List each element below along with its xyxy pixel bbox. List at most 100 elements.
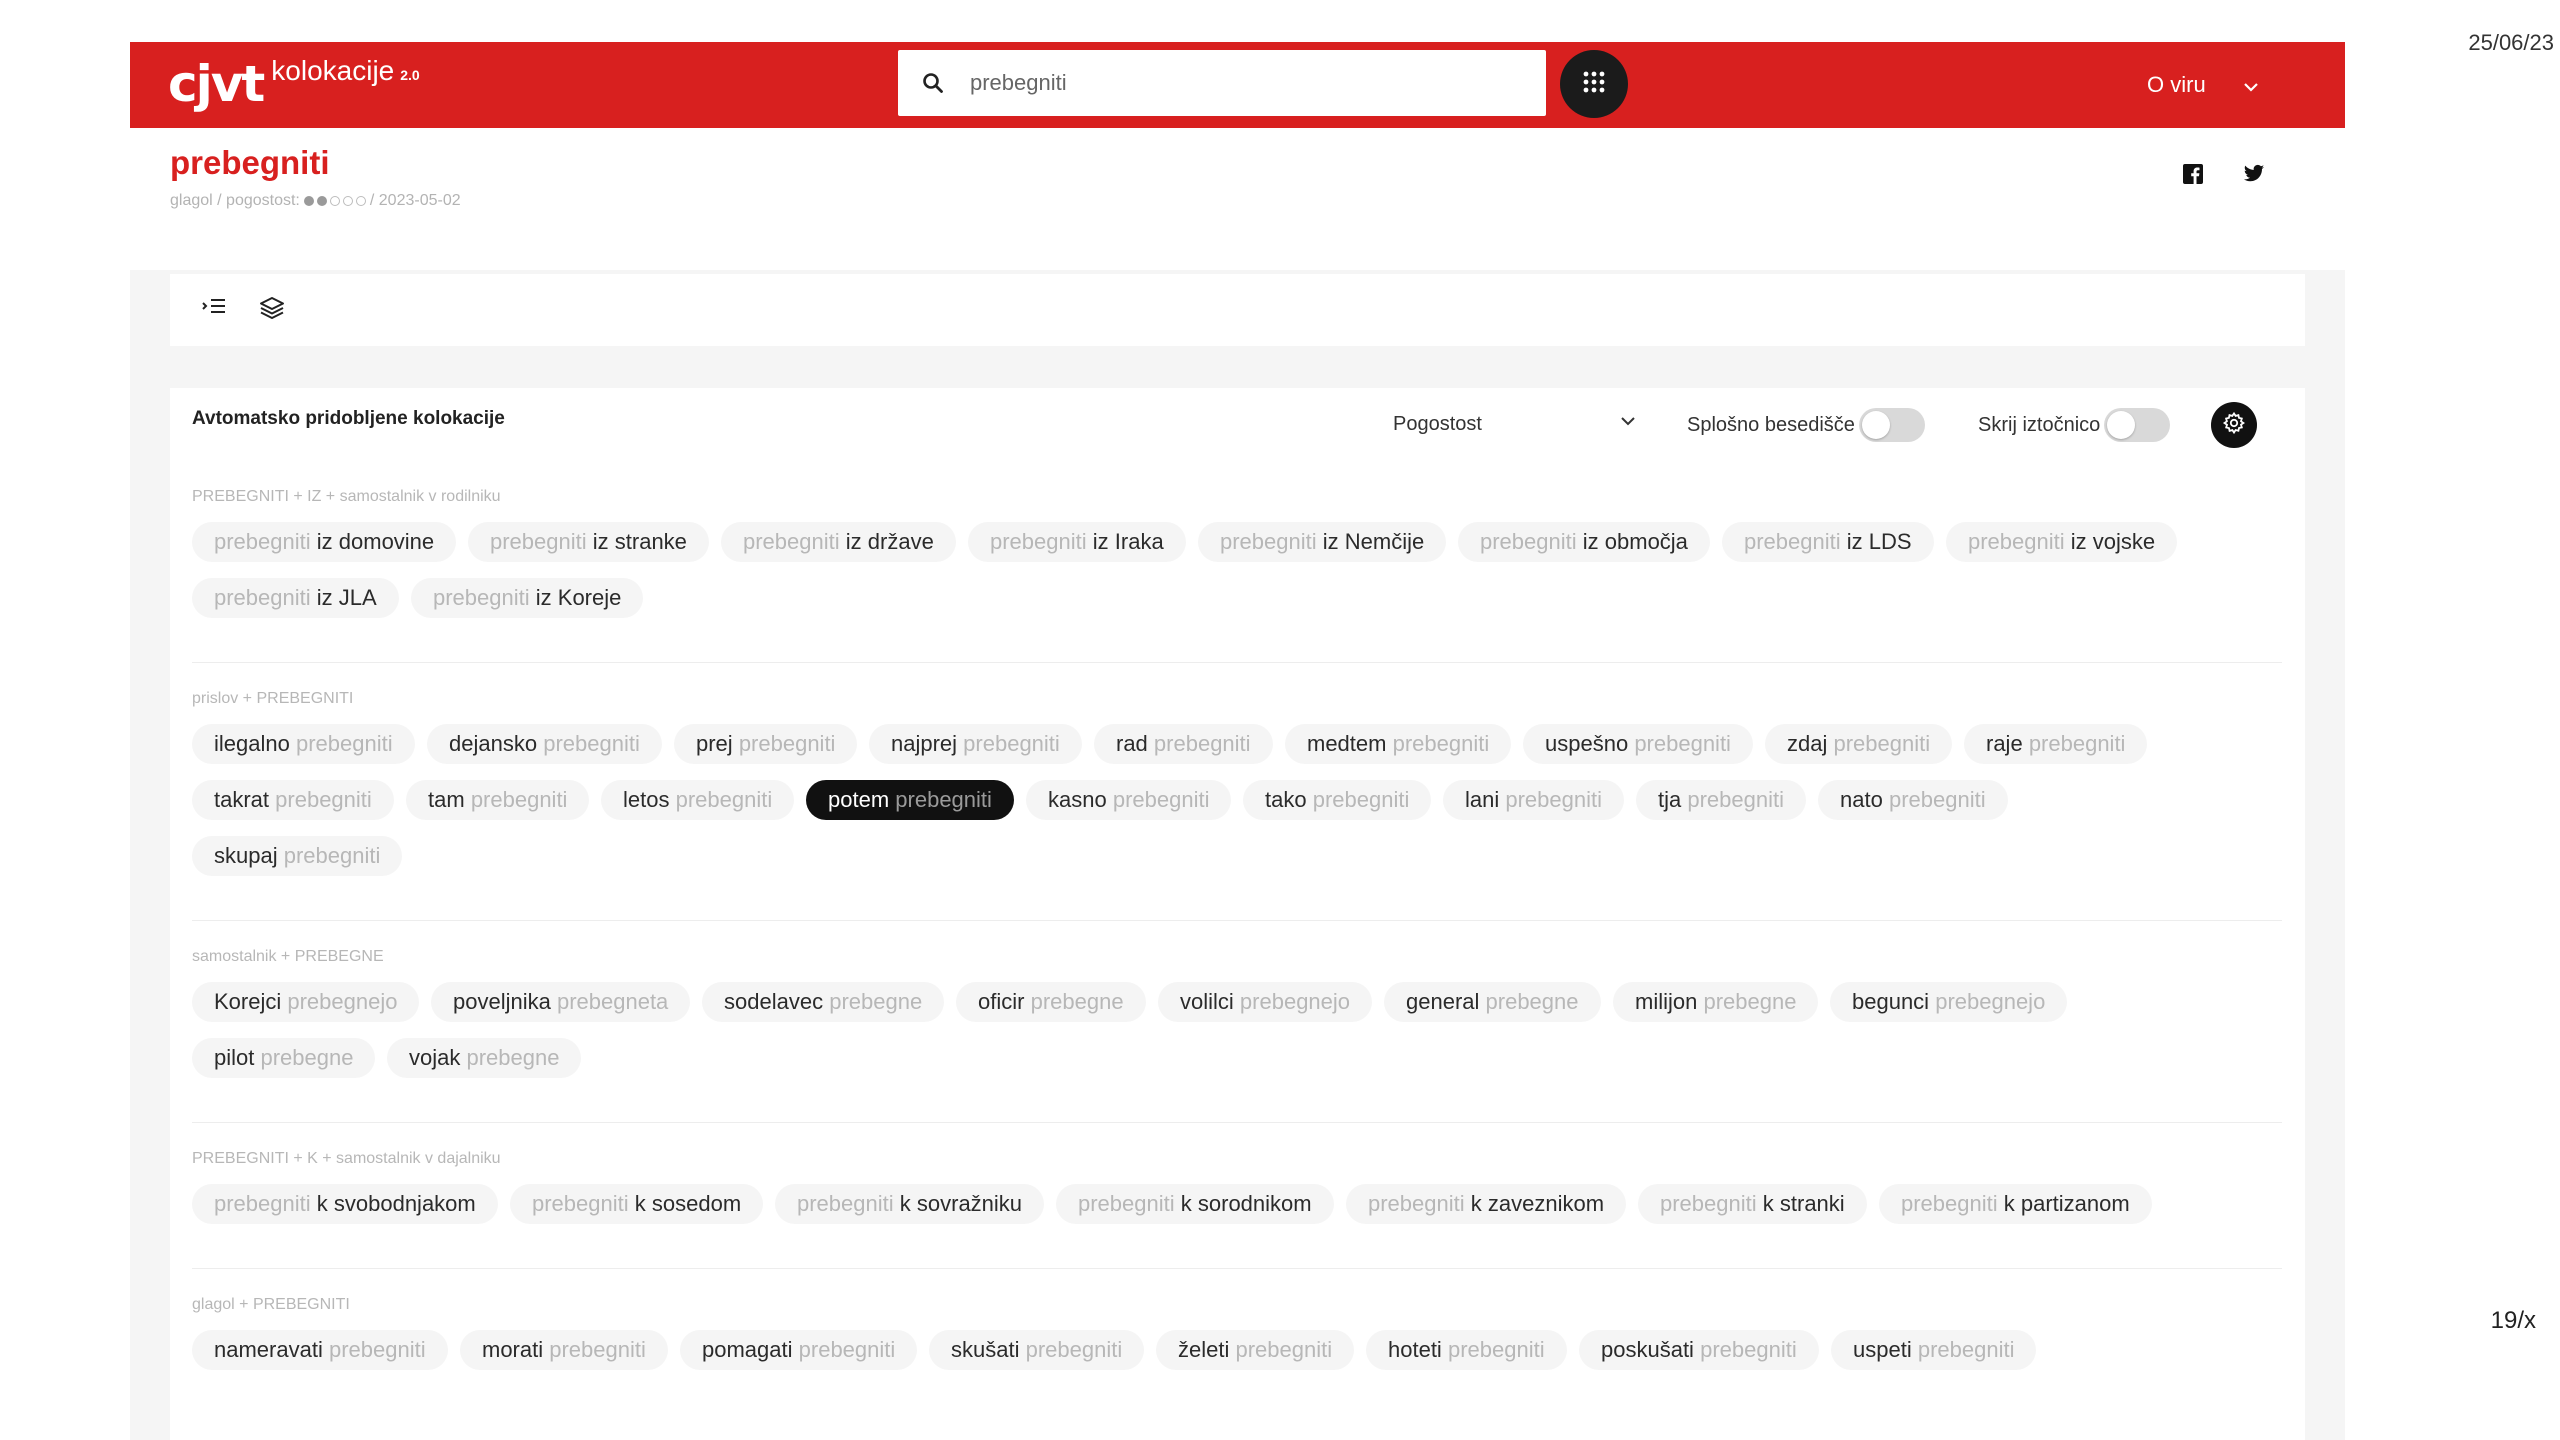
chip-collocate: skušati — [951, 1337, 1020, 1362]
meta-separator: / — [369, 192, 379, 209]
collocation-chip[interactable]: skupaj prebegniti — [192, 836, 403, 876]
chip-headword: prebegniti — [1634, 731, 1731, 756]
chip-headword: prebegniti — [1968, 529, 2065, 554]
chip-headword: prebegniti — [532, 1191, 629, 1216]
collocation-chip[interactable]: prebegniti iz države — [721, 522, 956, 562]
grid-icon — [1581, 69, 1607, 100]
list-view-button[interactable] — [200, 296, 228, 324]
chip-collocate: vojak — [409, 1045, 461, 1070]
chip-headword: prebegniti — [295, 731, 393, 756]
layers-view-button[interactable] — [258, 296, 286, 324]
search-input[interactable]: prebegniti — [898, 50, 1546, 116]
collocation-chip[interactable]: Korejci prebegnejo — [192, 982, 420, 1022]
collocation-chip[interactable]: oficir prebegne — [956, 982, 1146, 1022]
chip-headword: prebegniti — [1480, 529, 1577, 554]
logo[interactable]: cjvt kolokacije 2.0 — [168, 54, 420, 114]
chip-headword: prebegniti — [1078, 1191, 1175, 1216]
hide-headword-toggle[interactable] — [2104, 408, 2171, 442]
twitter-share-button[interactable] — [2242, 164, 2266, 188]
collocation-chip[interactable]: skušati prebegniti — [929, 1330, 1145, 1370]
chip-collocate: poveljnika — [453, 989, 551, 1014]
collocation-chip[interactable]: prej prebegniti — [674, 724, 858, 764]
settings-button[interactable] — [2211, 402, 2257, 448]
chip-headword: prebegniti — [1687, 787, 1785, 812]
collocation-chip[interactable]: prebegniti k sovražniku — [775, 1184, 1045, 1224]
collocation-chip[interactable]: prebegniti iz vojske — [1946, 522, 2178, 562]
logo-word: kolokacije — [271, 55, 395, 86]
chip-collocate: general — [1406, 989, 1480, 1014]
collocation-chip[interactable]: poveljnika prebegneta — [431, 982, 691, 1022]
collocation-chip[interactable]: prebegniti iz domovine — [192, 522, 457, 562]
about-menu[interactable]: O viru — [2147, 70, 2260, 100]
collocation-chip[interactable]: uspešno prebegniti — [1523, 724, 1753, 764]
collocation-chip[interactable]: general prebegne — [1384, 982, 1601, 1022]
collocation-chip[interactable]: ilegalno prebegniti — [192, 724, 415, 764]
collocation-chip[interactable]: milijon prebegne — [1613, 982, 1819, 1022]
apps-grid-button[interactable] — [1560, 50, 1628, 118]
collocation-chip[interactable]: hoteti prebegniti — [1366, 1330, 1567, 1370]
collocation-chip[interactable]: letos prebegniti — [601, 780, 795, 820]
collocation-chip[interactable]: prebegniti k stranki — [1638, 1184, 1867, 1224]
collocation-chip[interactable]: prebegniti iz Iraka — [968, 522, 1186, 562]
collocation-chip[interactable]: poskušati prebegniti — [1579, 1330, 1819, 1370]
section-label: PREBEGNITI + K + samostalnik v dajalniku — [192, 1150, 501, 1167]
collocation-chip[interactable]: prebegniti k sorodnikom — [1056, 1184, 1334, 1224]
collocation-chip[interactable]: lani prebegniti — [1443, 780, 1625, 820]
chip-headword: prebegniti — [963, 731, 1060, 756]
collocation-chip[interactable]: potem prebegniti — [806, 780, 1014, 820]
collocation-chip[interactable]: tja prebegniti — [1636, 780, 1807, 820]
collocation-chip[interactable]: nameravati prebegniti — [192, 1330, 448, 1370]
collocation-chip[interactable]: želeti prebegniti — [1156, 1330, 1355, 1370]
collocation-chip[interactable]: prebegniti iz Nemčije — [1198, 522, 1447, 562]
collocation-chip[interactable]: nato prebegniti — [1818, 780, 2008, 820]
chip-collocate: potem — [828, 787, 890, 812]
collocation-chip[interactable]: najprej prebegniti — [869, 724, 1082, 764]
collocation-chip[interactable]: tako prebegniti — [1243, 780, 1432, 820]
collocation-chip[interactable]: medtem prebegniti — [1285, 724, 1512, 764]
chip-collocate: oficir — [978, 989, 1025, 1014]
collocation-chip[interactable]: prebegniti k partizanom — [1879, 1184, 2152, 1224]
collocation-chip[interactable]: volilci prebegnejo — [1158, 982, 1373, 1022]
collocation-chip[interactable]: pomagati prebegniti — [680, 1330, 918, 1370]
collocation-chip[interactable]: prebegniti k zaveznikom — [1346, 1184, 1627, 1224]
chip-collocate: iz stranke — [592, 529, 687, 554]
chip-collocate: morati — [482, 1337, 544, 1362]
chip-collocate: volilci — [1180, 989, 1234, 1014]
chip-collocate: begunci — [1852, 989, 1930, 1014]
logo-version: 2.0 — [400, 67, 420, 83]
collocation-chip[interactable]: takrat prebegniti — [192, 780, 394, 820]
collocation-chip[interactable]: raje prebegniti — [1964, 724, 2148, 764]
collocation-chip[interactable]: prebegniti iz območja — [1458, 522, 1710, 562]
general-vocabulary-toggle[interactable] — [1858, 408, 1925, 442]
sort-select[interactable]: Pogostost — [1393, 406, 1637, 442]
chip-headword: prebegniti — [1901, 1191, 1998, 1216]
chip-collocate: iz Nemčije — [1322, 529, 1425, 554]
collocation-chip[interactable]: dejansko prebegniti — [427, 724, 662, 764]
collocation-chip[interactable]: uspeti prebegniti — [1831, 1330, 2037, 1370]
collocation-chip[interactable]: vojak prebegne — [387, 1038, 582, 1078]
section-divider — [192, 662, 2282, 663]
collocation-chip[interactable]: kasno prebegniti — [1026, 780, 1232, 820]
collocation-chip[interactable]: prebegniti iz stranke — [468, 522, 709, 562]
collocation-chip[interactable]: rad prebegniti — [1094, 724, 1273, 764]
collocation-chip[interactable]: prebegniti k svobodnjakom — [192, 1184, 498, 1224]
collocation-chip[interactable]: begunci prebegnejo — [1830, 982, 2068, 1022]
chip-collocate: iz vojske — [2070, 529, 2156, 554]
chip-headword: prebegniti — [675, 787, 773, 812]
collocation-chip[interactable]: tam prebegniti — [406, 780, 590, 820]
chip-collocate: poskušati — [1601, 1337, 1694, 1362]
collocation-chip[interactable]: pilot prebegne — [192, 1038, 376, 1078]
meta-separator: / — [212, 192, 227, 209]
chip-collocate: rad — [1116, 731, 1148, 756]
collocation-chip[interactable]: prebegniti iz Koreje — [411, 578, 644, 618]
facebook-share-button[interactable] — [2181, 163, 2205, 188]
collocation-chip[interactable]: prebegniti k sosedom — [510, 1184, 764, 1224]
collocation-chip[interactable]: morati prebegniti — [460, 1330, 668, 1370]
collocation-chip[interactable]: sodelavec prebegne — [702, 982, 945, 1022]
collocation-chip[interactable]: zdaj prebegniti — [1765, 724, 1953, 764]
chip-headword: prebegniti — [1447, 1337, 1545, 1362]
collocation-chip[interactable]: prebegniti iz LDS — [1722, 522, 1934, 562]
chip-headword: prebegniti — [1368, 1191, 1465, 1216]
collocation-chip[interactable]: prebegniti iz JLA — [192, 578, 399, 618]
chip-headword: prebegniti — [470, 787, 568, 812]
